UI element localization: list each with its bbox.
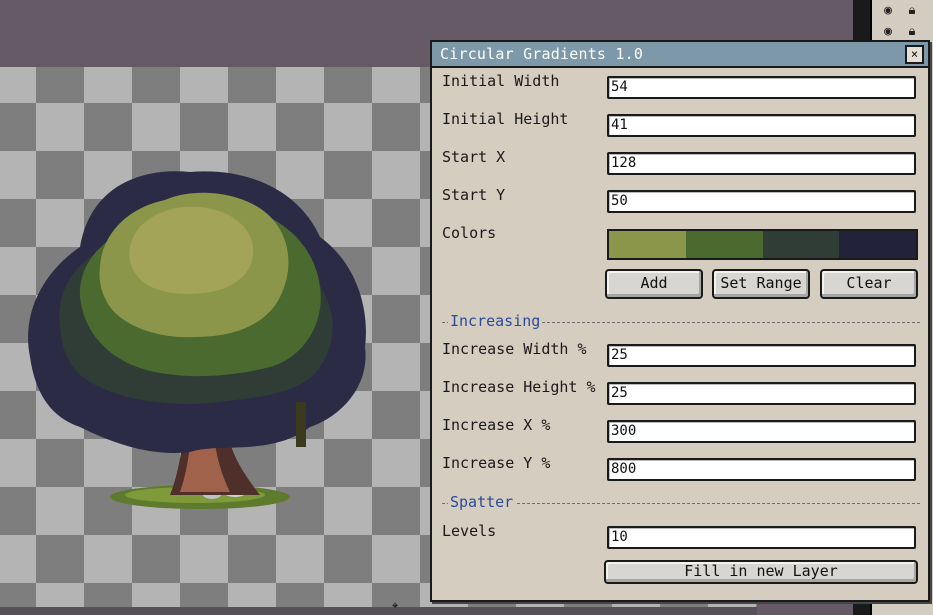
eye-icon[interactable]: ◉	[880, 3, 896, 19]
start-y-input[interactable]: 50	[607, 190, 916, 213]
section-spatter: Spatter	[448, 493, 516, 511]
increase-x-label: Increase X %	[442, 416, 551, 434]
color-swatch[interactable]	[609, 231, 686, 258]
increase-y-label: Increase Y %	[442, 454, 551, 472]
section-increasing: Increasing	[448, 312, 543, 330]
levels-label: Levels	[442, 522, 497, 540]
initial-height-label: Initial Height	[442, 110, 569, 128]
increase-height-input[interactable]: 25	[607, 382, 916, 405]
increase-height-label: Increase Height %	[442, 378, 596, 396]
initial-height-input[interactable]: 41	[607, 114, 916, 137]
start-x-input[interactable]: 128	[607, 152, 916, 175]
increase-width-label: Increase Width %	[442, 340, 587, 358]
color-swatch-bar[interactable]	[607, 229, 918, 260]
close-icon[interactable]: ×	[905, 45, 924, 64]
crosshair-icon: ⌖	[392, 599, 399, 612]
fill-in-new-layer-button[interactable]: Fill in new Layer	[604, 560, 918, 584]
add-button[interactable]: Add	[605, 269, 703, 299]
set-range-button[interactable]: Set Range	[712, 269, 810, 299]
dialog-titlebar[interactable]: Circular Gradients 1.0 ×	[432, 42, 928, 68]
color-swatch[interactable]	[685, 231, 763, 258]
eye-icon[interactable]: ◉	[880, 24, 896, 40]
color-swatch[interactable]	[839, 231, 916, 258]
increase-y-input[interactable]: 800	[607, 458, 916, 481]
initial-width-input[interactable]: 54	[607, 76, 916, 99]
dialog-title: Circular Gradients 1.0	[440, 45, 644, 63]
colors-label: Colors	[442, 224, 497, 242]
levels-input[interactable]: 10	[607, 526, 916, 549]
start-x-label: Start X	[442, 148, 506, 166]
initial-width-label: Initial Width	[442, 72, 560, 90]
increase-x-input[interactable]: 300	[607, 420, 916, 443]
lock-icon[interactable]: 🔒︎	[904, 24, 920, 40]
circular-gradients-dialog: Circular Gradients 1.0 × Initial Width 5…	[430, 40, 930, 602]
tree-artwork	[28, 171, 366, 509]
increase-width-input[interactable]: 25	[607, 344, 916, 367]
start-y-label: Start Y	[442, 186, 506, 204]
color-swatch[interactable]	[762, 231, 840, 258]
lock-icon[interactable]: 🔒︎	[904, 3, 920, 19]
clear-button[interactable]: Clear	[820, 269, 918, 299]
